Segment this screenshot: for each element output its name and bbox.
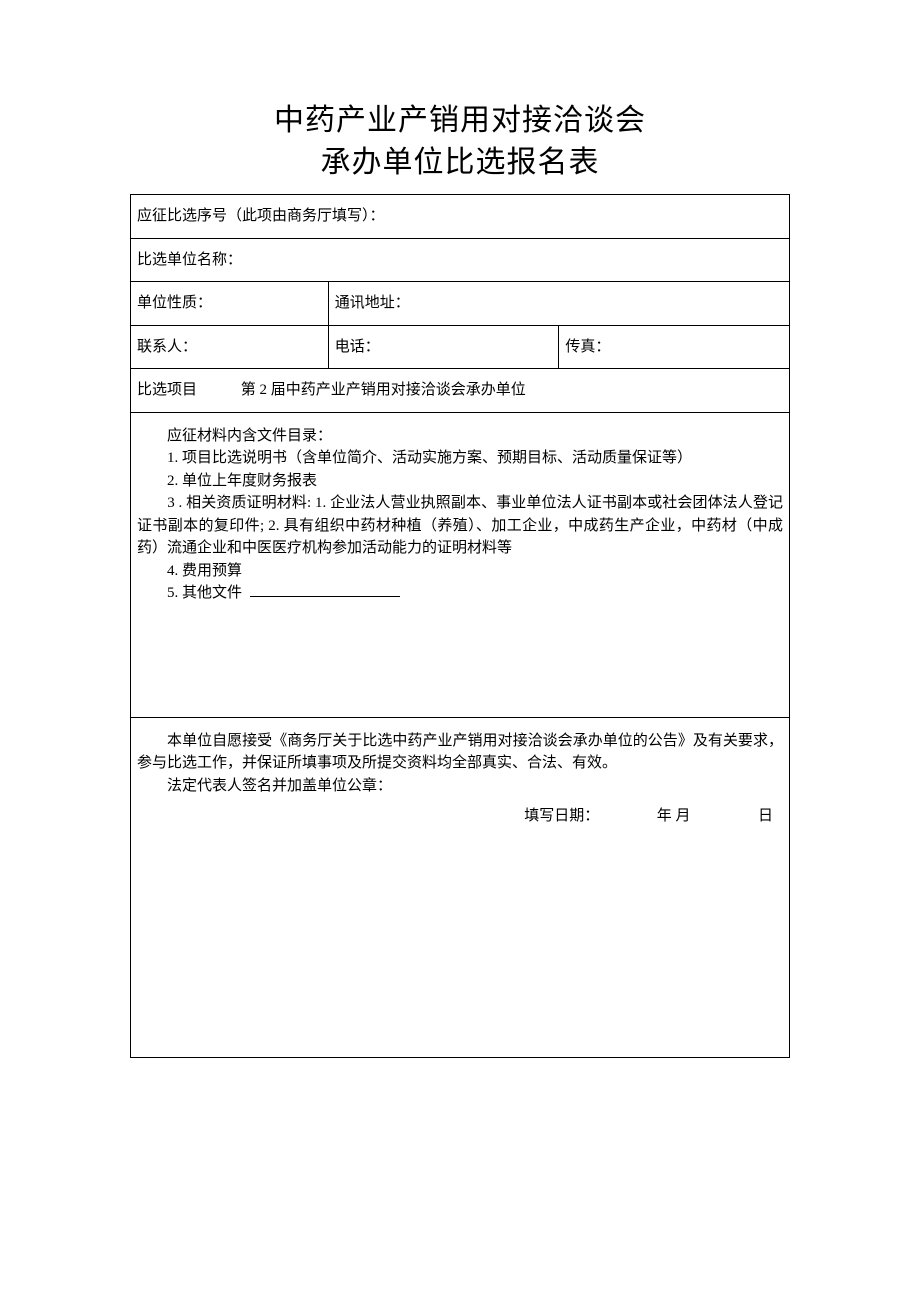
row-unit-name: 比选单位名称： bbox=[131, 238, 790, 282]
materials-item-2: 2. 单位上年度财务报表 bbox=[137, 470, 783, 493]
materials-item-5-wrapper: 5. 其他文件 bbox=[137, 582, 783, 605]
address-cell[interactable]: 通讯地址： bbox=[328, 282, 789, 326]
date-label: 填写日期： bbox=[524, 805, 599, 828]
title-line-2: 承办单位比选报名表 bbox=[130, 142, 790, 184]
row-project: 比选项目 第 2 届中药产业产销用对接洽谈会承办单位 bbox=[131, 369, 790, 413]
registration-form-table: 应征比选序号（此项由商务厅填写）： 比选单位名称： 单位性质： 通讯地址： 联系… bbox=[130, 194, 790, 1058]
materials-cell: 应征材料内含文件目录： 1. 项目比选说明书（含单位简介、活动实施方案、预期目标… bbox=[131, 412, 790, 717]
row-materials: 应征材料内含文件目录： 1. 项目比选说明书（含单位简介、活动实施方案、预期目标… bbox=[131, 412, 790, 717]
materials-heading: 应征材料内含文件目录： bbox=[137, 425, 783, 448]
materials-spacer bbox=[137, 605, 783, 705]
materials-item-3: 3 . 相关资质证明材料: 1. 企业法人营业执照副本、事业单位法人证书副本或社… bbox=[137, 492, 783, 560]
declaration-text: 本单位自愿接受《商务厅关于比选中药产业产销用对接洽谈会承办单位的公告》及有关要求… bbox=[137, 733, 783, 772]
materials-item-1: 1. 项目比选说明书（含单位简介、活动实施方案、预期目标、活动质量保证等） bbox=[137, 447, 783, 470]
contact-cell[interactable]: 联系人： bbox=[131, 325, 329, 369]
sequence-number-cell[interactable]: 应征比选序号（此项由商务厅填写）： bbox=[131, 195, 790, 239]
project-cell: 比选项目 第 2 届中药产业产销用对接洽谈会承办单位 bbox=[131, 369, 790, 413]
project-value: 第 2 届中药产业产销用对接洽谈会承办单位 bbox=[231, 379, 526, 402]
materials-item-4: 4. 费用预算 bbox=[137, 560, 783, 583]
date-day: 日 bbox=[758, 805, 773, 828]
declaration-text-inner: 本单位自愿接受《商务厅关于比选中药产业产销用对接洽谈会承办单位的公告》及有关要求… bbox=[137, 733, 783, 772]
title-line-1: 中药产业产销用对接洽谈会 bbox=[130, 100, 790, 142]
signature-label: 法定代表人签名并加盖单位公章： bbox=[137, 775, 783, 798]
date-line: 填写日期： 年 月 日 bbox=[137, 805, 783, 828]
declaration-cell: 本单位自愿接受《商务厅关于比选中药产业产销用对接洽谈会承办单位的公告》及有关要求… bbox=[131, 717, 790, 1057]
unit-name-cell[interactable]: 比选单位名称： bbox=[131, 238, 790, 282]
form-title: 中药产业产销用对接洽谈会 承办单位比选报名表 bbox=[130, 100, 790, 184]
date-year-month: 年 月 bbox=[657, 805, 691, 828]
row-declaration: 本单位自愿接受《商务厅关于比选中药产业产销用对接洽谈会承办单位的公告》及有关要求… bbox=[131, 717, 790, 1057]
unit-type-cell[interactable]: 单位性质： bbox=[131, 282, 329, 326]
other-files-blank[interactable] bbox=[250, 582, 400, 597]
row-sequence-number: 应征比选序号（此项由商务厅填写）： bbox=[131, 195, 790, 239]
project-label: 比选项目 bbox=[137, 379, 227, 402]
phone-cell[interactable]: 电话： bbox=[328, 325, 559, 369]
row-contact-phone-fax: 联系人： 电话： 传真： bbox=[131, 325, 790, 369]
materials-item-3-text: 3 . 相关资质证明材料: 1. 企业法人营业执照副本、事业单位法人证书副本或社… bbox=[137, 495, 783, 556]
row-unit-type-address: 单位性质： 通讯地址： bbox=[131, 282, 790, 326]
materials-item-5-label: 5. 其他文件 bbox=[167, 585, 242, 601]
fax-cell[interactable]: 传真： bbox=[559, 325, 790, 369]
